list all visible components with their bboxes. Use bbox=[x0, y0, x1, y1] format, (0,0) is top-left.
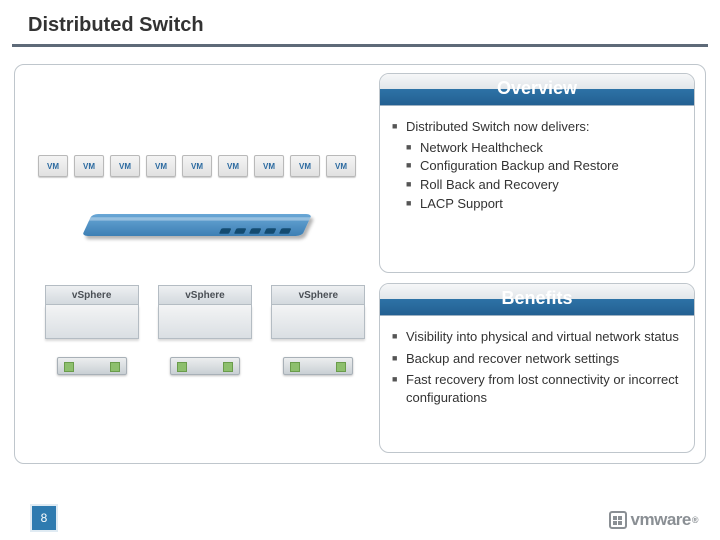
benefits-item: Visibility into physical and virtual net… bbox=[392, 328, 684, 346]
vm-box: VM bbox=[146, 155, 176, 177]
vmware-logo: vmware® bbox=[609, 510, 698, 530]
host-body bbox=[158, 305, 252, 339]
benefits-panel: Benefits Visibility into physical and vi… bbox=[379, 283, 695, 453]
overview-item: Roll Back and Recovery bbox=[392, 177, 684, 194]
vm-row: VM VM VM VM VM VM VM VM VM bbox=[27, 155, 367, 177]
benefits-body: Visibility into physical and virtual net… bbox=[380, 316, 694, 420]
vm-box: VM bbox=[110, 155, 140, 177]
vm-box: VM bbox=[218, 155, 248, 177]
overview-panel: Overview Distributed Switch now delivers… bbox=[379, 73, 695, 273]
logo-box-icon bbox=[609, 511, 627, 529]
vsphere-label: vSphere bbox=[45, 285, 139, 305]
overview-item: LACP Support bbox=[392, 196, 684, 213]
vm-box: VM bbox=[326, 155, 356, 177]
benefits-heading: Benefits bbox=[380, 284, 694, 316]
page-number: 8 bbox=[32, 506, 56, 530]
benefits-item: Backup and recover network settings bbox=[392, 350, 684, 368]
vsphere-host: vSphere bbox=[45, 285, 139, 339]
vm-box: VM bbox=[38, 155, 68, 177]
vm-box: VM bbox=[182, 155, 212, 177]
vsphere-host: vSphere bbox=[158, 285, 252, 339]
benefits-item: Fast recovery from lost connectivity or … bbox=[392, 371, 684, 406]
content-frame: Overview Distributed Switch now delivers… bbox=[14, 64, 706, 464]
overview-heading: Overview bbox=[380, 74, 694, 106]
vsphere-label: vSphere bbox=[271, 285, 365, 305]
overview-item: Configuration Backup and Restore bbox=[392, 158, 684, 175]
slide-title: Distributed Switch bbox=[28, 14, 204, 37]
host-row: vSphere vSphere vSphere bbox=[35, 285, 375, 339]
architecture-diagram: VM VM VM VM VM VM VM VM VM vSphere vSphere vSphere bbox=[27, 105, 367, 425]
server-icon bbox=[57, 357, 127, 375]
overview-item: Network Healthcheck bbox=[392, 140, 684, 157]
vsphere-label: vSphere bbox=[158, 285, 252, 305]
host-body bbox=[45, 305, 139, 339]
host-body bbox=[271, 305, 365, 339]
server-icon bbox=[283, 357, 353, 375]
vsphere-host: vSphere bbox=[271, 285, 365, 339]
title-rule bbox=[12, 44, 708, 47]
overview-body: Distributed Switch now delivers: Network… bbox=[380, 106, 694, 225]
distributed-switch-icon bbox=[87, 205, 307, 265]
server-row bbox=[35, 357, 375, 375]
vm-box: VM bbox=[254, 155, 284, 177]
brand-text: vmware bbox=[631, 510, 691, 530]
slide: Distributed Switch Overview Distributed … bbox=[0, 0, 720, 540]
registered-mark: ® bbox=[692, 515, 698, 525]
server-icon bbox=[170, 357, 240, 375]
overview-lead: Distributed Switch now delivers: bbox=[392, 118, 684, 136]
vm-box: VM bbox=[74, 155, 104, 177]
vm-box: VM bbox=[290, 155, 320, 177]
